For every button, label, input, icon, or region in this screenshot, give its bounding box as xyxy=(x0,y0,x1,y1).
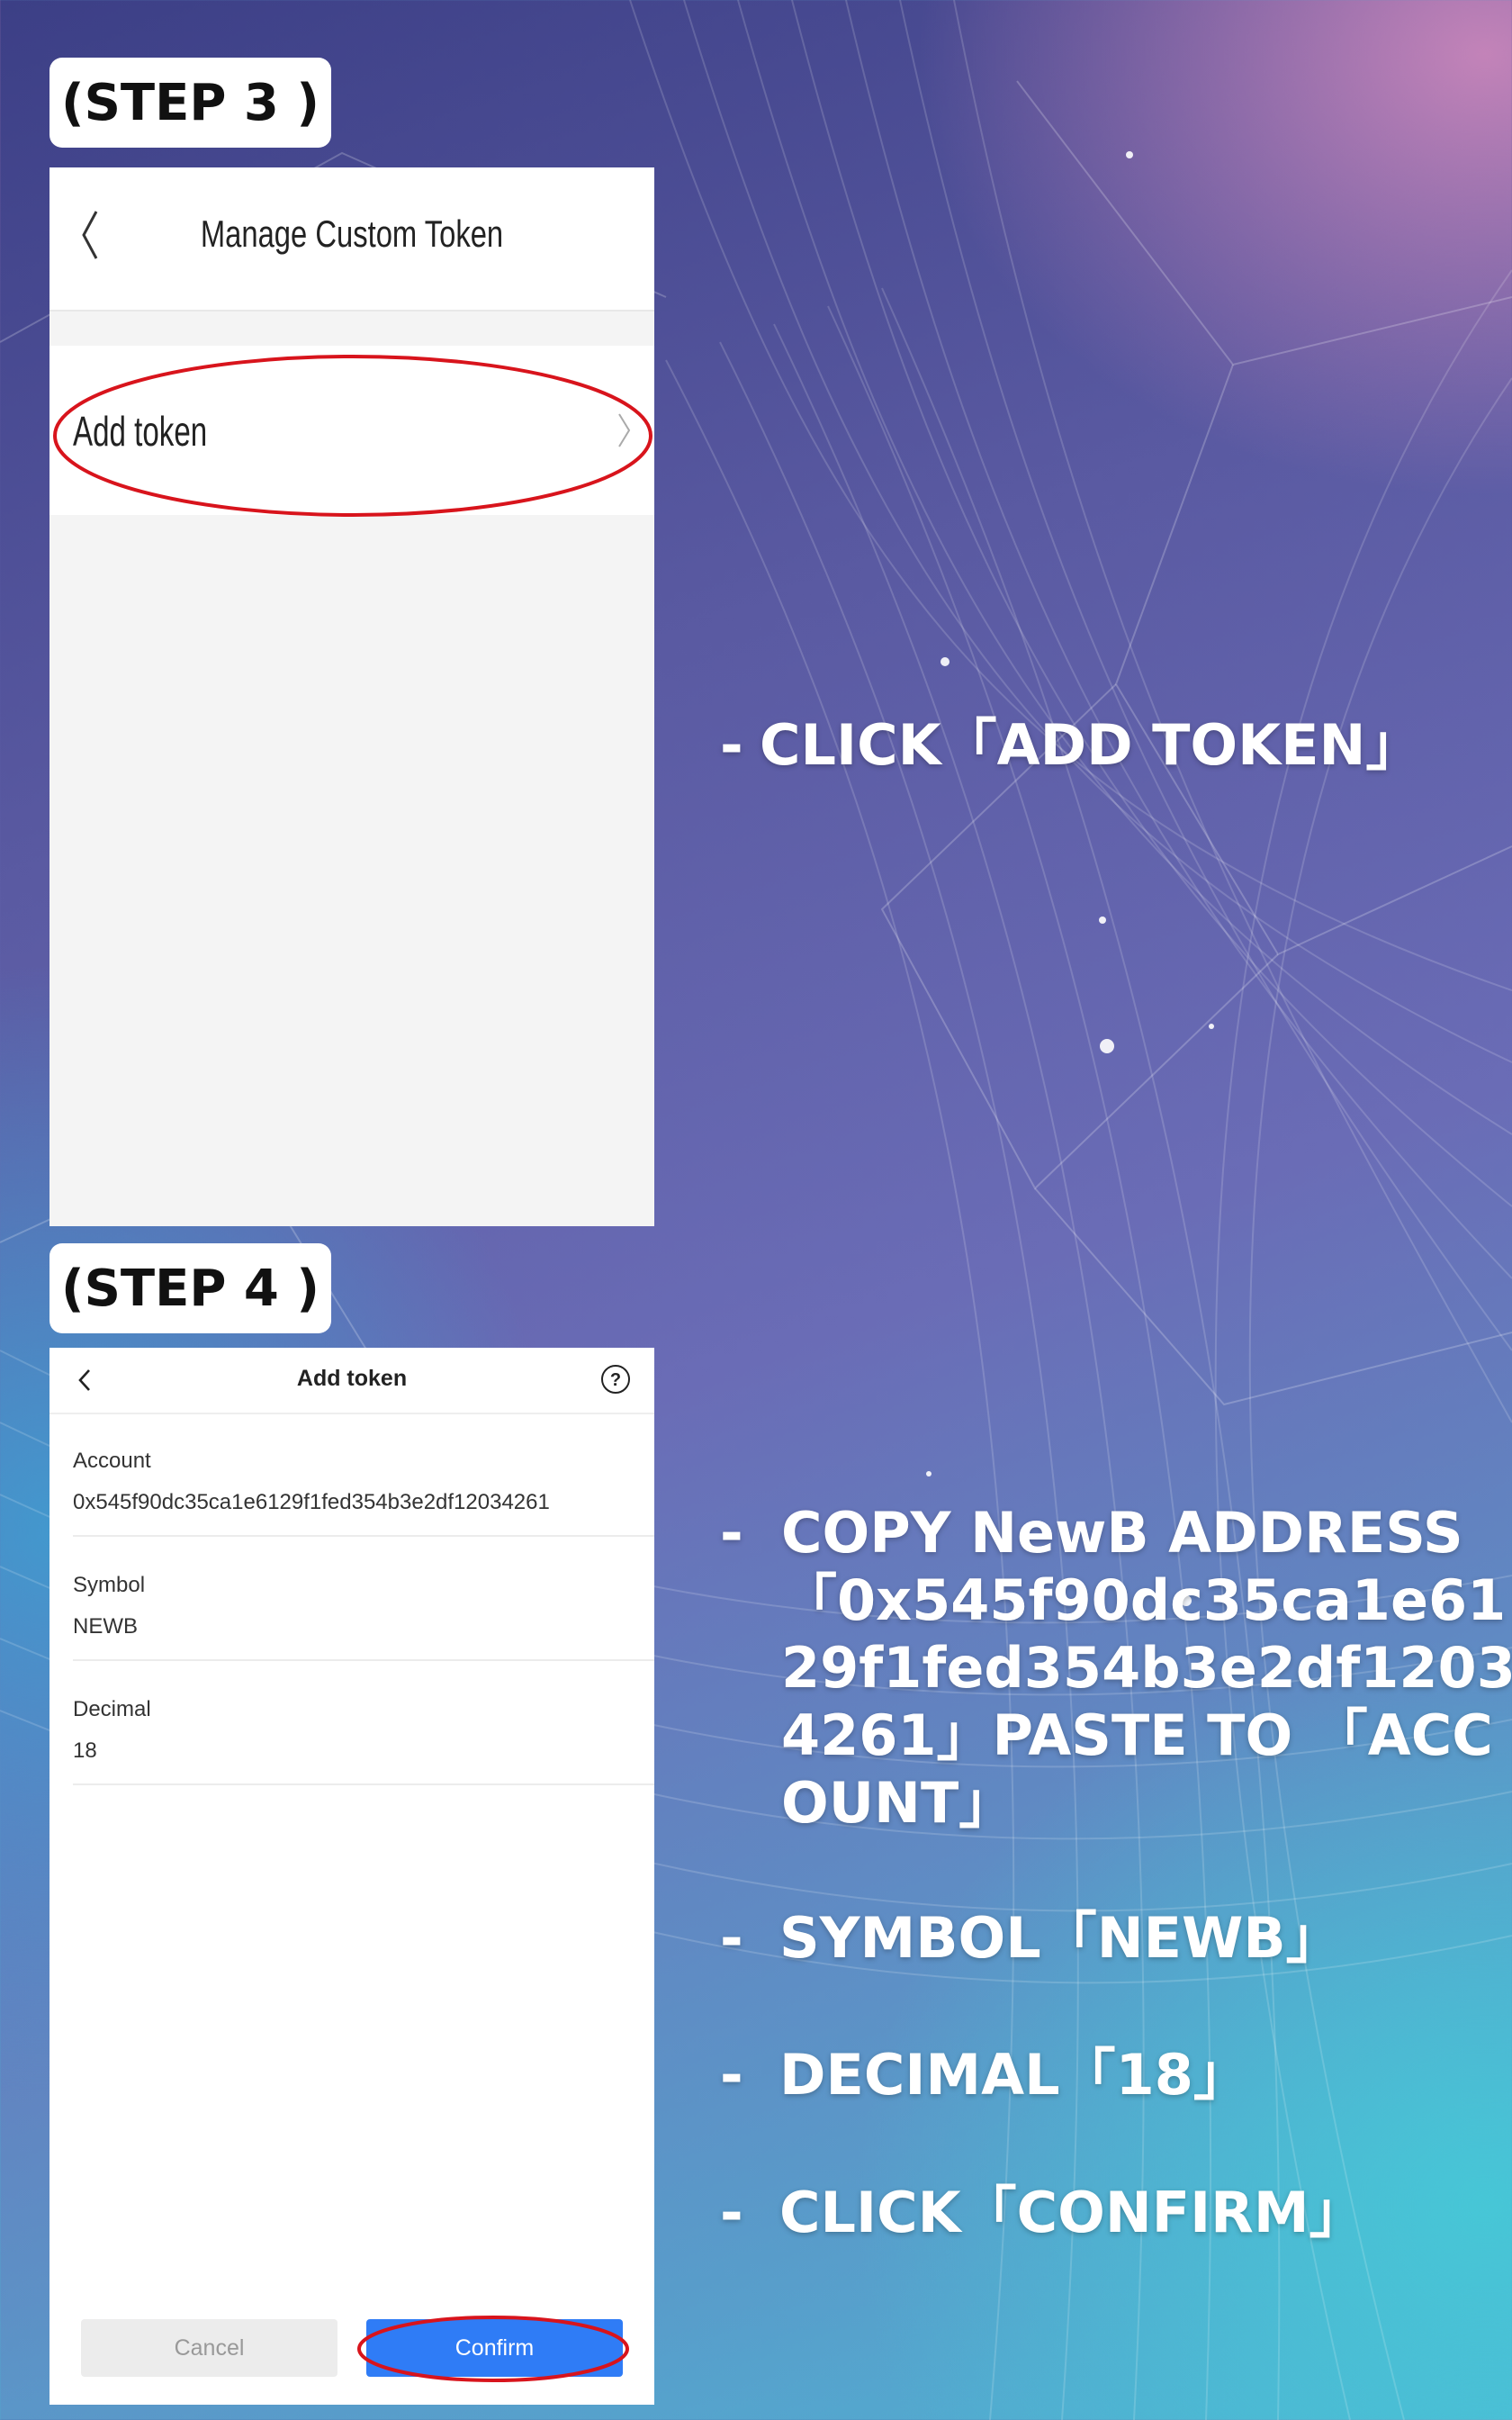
svg-text:?: ? xyxy=(610,1370,621,1390)
instruction-text: CLICK「ADD TOKEN」 xyxy=(760,712,1422,778)
decimal-input[interactable]: 18 xyxy=(73,1738,97,1764)
bullet-dash: - xyxy=(720,2042,743,2108)
highlight-ellipse xyxy=(53,355,652,517)
decimal-label: Decimal xyxy=(73,1697,151,1721)
step3-screenshot: Manage Custom Token Add token xyxy=(50,167,654,1226)
account-field[interactable]: Account 0x545f90dc35ca1e6129f1fed354b3e2… xyxy=(73,1413,654,1537)
symbol-label: Symbol xyxy=(73,1573,146,1597)
bullet-dash: - xyxy=(720,1500,743,1566)
account-input[interactable]: 0x545f90dc35ca1e6129f1fed354b3e2df120342… xyxy=(73,1490,550,1515)
s4-header: Add token ? xyxy=(50,1348,654,1414)
symbol-input[interactable]: NEWB xyxy=(73,1614,138,1639)
back-arrow-icon[interactable] xyxy=(76,208,104,262)
bullet-dash: - xyxy=(720,712,743,778)
instruction-text: SYMBOL「NEWB」 xyxy=(779,1905,1342,1971)
bullet-dash: - xyxy=(720,1905,743,1971)
cancel-button[interactable]: Cancel xyxy=(81,2319,338,2377)
step4-screenshot: Add token ? Account 0x545f90dc35ca1e6129… xyxy=(50,1348,654,2405)
instruction-text: CLICK「CONFIRM」 xyxy=(779,2180,1365,2245)
step4-badge: (STEP 4 ) xyxy=(50,1243,331,1333)
instruction-text: COPY NewB ADDRESS 「0x545f90dc35ca1e6129f… xyxy=(781,1500,1512,1836)
page-title: Manage Custom Token xyxy=(200,212,504,255)
bullet-dash: - xyxy=(720,2180,743,2245)
s3-header: Manage Custom Token xyxy=(50,167,654,312)
highlight-ellipse xyxy=(357,2316,629,2382)
account-label: Account xyxy=(73,1449,151,1473)
help-icon[interactable]: ? xyxy=(600,1364,631,1395)
step3-badge: (STEP 3 ) xyxy=(50,58,331,148)
page-title: Add token xyxy=(296,1366,408,1391)
symbol-field[interactable]: Symbol NEWB xyxy=(73,1537,654,1661)
decimal-field[interactable]: Decimal 18 xyxy=(73,1661,654,1785)
instruction-text: DECIMAL「18」 xyxy=(779,2042,1249,2108)
